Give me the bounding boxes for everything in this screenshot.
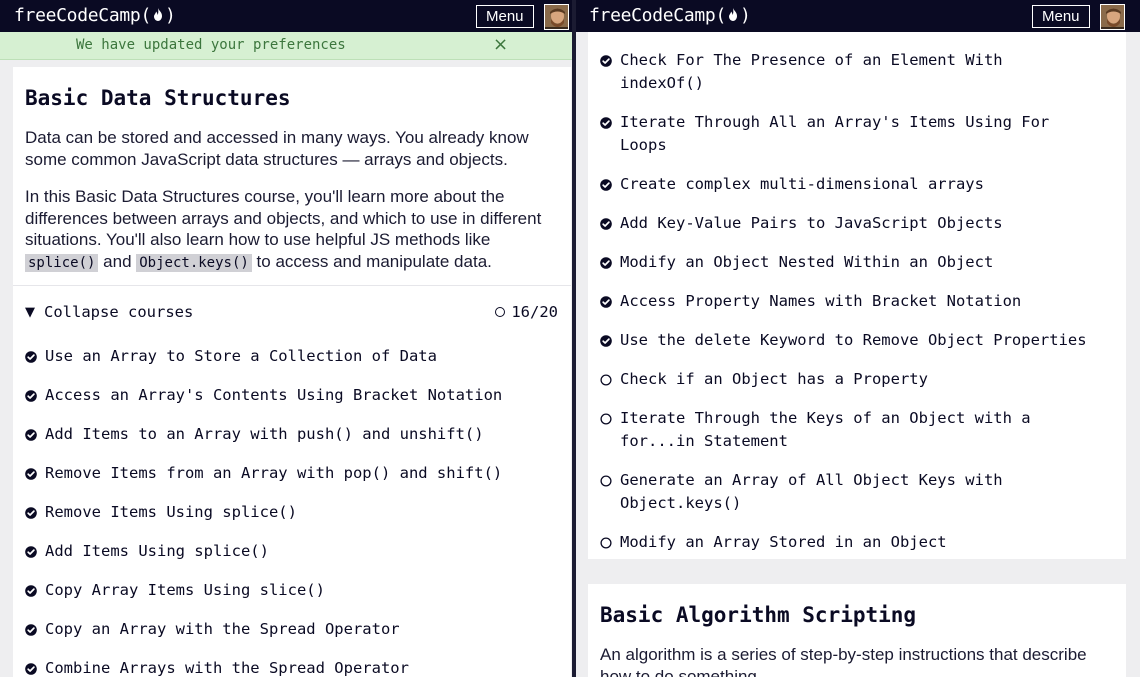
flash-message: We have updated your preferences × [0,32,572,60]
top-navbar: freeCodeCamp() Menu [0,0,572,32]
challenge-title: Iterate Through All an Array's Items Usi… [620,113,1050,131]
inline-code-splice: splice() [25,253,99,272]
close-icon[interactable]: × [493,34,508,55]
empty-circle-icon [600,374,612,386]
check-circle-icon [600,218,612,230]
challenge-title-continued: Loops [620,136,667,154]
right-window: freeCodeCamp() Menu Check For The Presen… [576,0,1140,677]
block-title[interactable]: Basic Algorithm Scripting [600,603,916,627]
challenge-title-continued: Object.keys() [620,494,742,512]
logo-text: freeCodeCamp [14,5,141,26]
challenge-title: Remove Items from an Array with pop() an… [45,464,503,482]
progress-indicator: 16/20 [495,303,558,321]
triangle-down-icon: ▼ [25,305,35,320]
challenge-title: Add Key-Value Pairs to JavaScript Object… [620,214,1003,232]
challenge-title: Use an Array to Store a Collection of Da… [45,347,437,365]
challenge-title: Access an Array's Contents Using Bracket… [45,386,503,404]
check-circle-icon [25,390,37,402]
check-circle-icon [25,546,37,558]
block-title[interactable]: Basic Data Structures [25,86,291,110]
check-circle-icon [600,257,612,269]
avatar-image [1101,5,1124,29]
challenge-title-continued: for...in Statement [620,432,788,450]
check-circle-icon [25,429,37,441]
challenge-title: Remove Items Using splice() [45,503,297,521]
check-circle-icon [25,507,37,519]
block-description: An algorithm is a series of step-by-step… [600,645,1087,677]
check-circle-icon [600,117,612,129]
block-description-2: In this Basic Data Structures course, yo… [25,187,542,272]
check-circle-icon [25,624,37,636]
challenge-title: Add Items to an Array with push() and un… [45,425,484,443]
challenge-title: Check if an Object has a Property [620,370,928,388]
check-circle-icon [600,296,612,308]
check-circle-icon [25,468,37,480]
challenge-title: Use the delete Keyword to Remove Object … [620,331,1087,349]
divider [13,285,571,286]
check-circle-icon [600,55,612,67]
collapse-courses-toggle[interactable]: ▼ Collapse courses 16/20 [25,303,558,323]
menu-button[interactable]: Menu [1032,5,1090,28]
menu-button[interactable]: Menu [476,5,534,28]
fcc-logo[interactable]: freeCodeCamp() [589,5,751,26]
challenge-title: Modify an Array Stored in an Object [620,533,947,551]
progress-count: 16/20 [511,303,558,321]
empty-circle-icon [600,413,612,425]
challenge-title-continued: indexOf() [620,74,704,92]
challenge-title: Check For The Presence of an Element Wit… [620,51,1003,69]
challenge-title: Combine Arrays with the Spread Operator [45,659,409,677]
challenge-title: Access Property Names with Bracket Notat… [620,292,1022,310]
top-navbar: freeCodeCamp() Menu [576,0,1140,32]
challenge-title: Create complex multi-dimensional arrays [620,175,984,193]
left-window: freeCodeCamp() Menu We have updated your… [0,0,572,677]
challenge-title: Copy an Array with the Spread Operator [45,620,400,638]
progress-circle-icon [495,307,506,317]
challenge-title: Generate an Array of All Object Keys wit… [620,471,1003,489]
avatar[interactable] [1100,4,1125,30]
check-circle-icon [600,335,612,347]
empty-circle-icon [600,537,612,549]
challenge-title: Copy Array Items Using slice() [45,581,325,599]
block-description-1: Data can be stored and accessed in many … [25,128,529,169]
check-circle-icon [600,179,612,191]
challenge-title: Add Items Using splice() [45,542,269,560]
collapse-label: Collapse courses [44,303,194,321]
check-circle-icon [25,585,37,597]
check-circle-icon [25,351,37,363]
challenge-title: Iterate Through the Keys of an Object wi… [620,409,1031,427]
block-card-basic-data-structures-continued: Check For The Presence of an Element Wit… [588,32,1126,559]
check-circle-icon [25,663,37,675]
flash-text: We have updated your preferences [76,37,346,53]
logo-text: freeCodeCamp [589,5,716,26]
empty-circle-icon [600,475,612,487]
inline-code-object-keys: Object.keys() [136,253,252,272]
avatar[interactable] [544,4,569,30]
flame-icon [154,8,162,21]
challenge-title: Modify an Object Nested Within an Object [620,253,994,271]
avatar-image [545,5,568,29]
block-card-basic-algorithm-scripting: Basic Algorithm Scripting An algorithm i… [588,584,1126,677]
flame-icon [729,8,737,21]
fcc-logo[interactable]: freeCodeCamp() [14,5,176,26]
block-card-basic-data-structures: Basic Data Structures Data can be stored… [13,67,571,677]
